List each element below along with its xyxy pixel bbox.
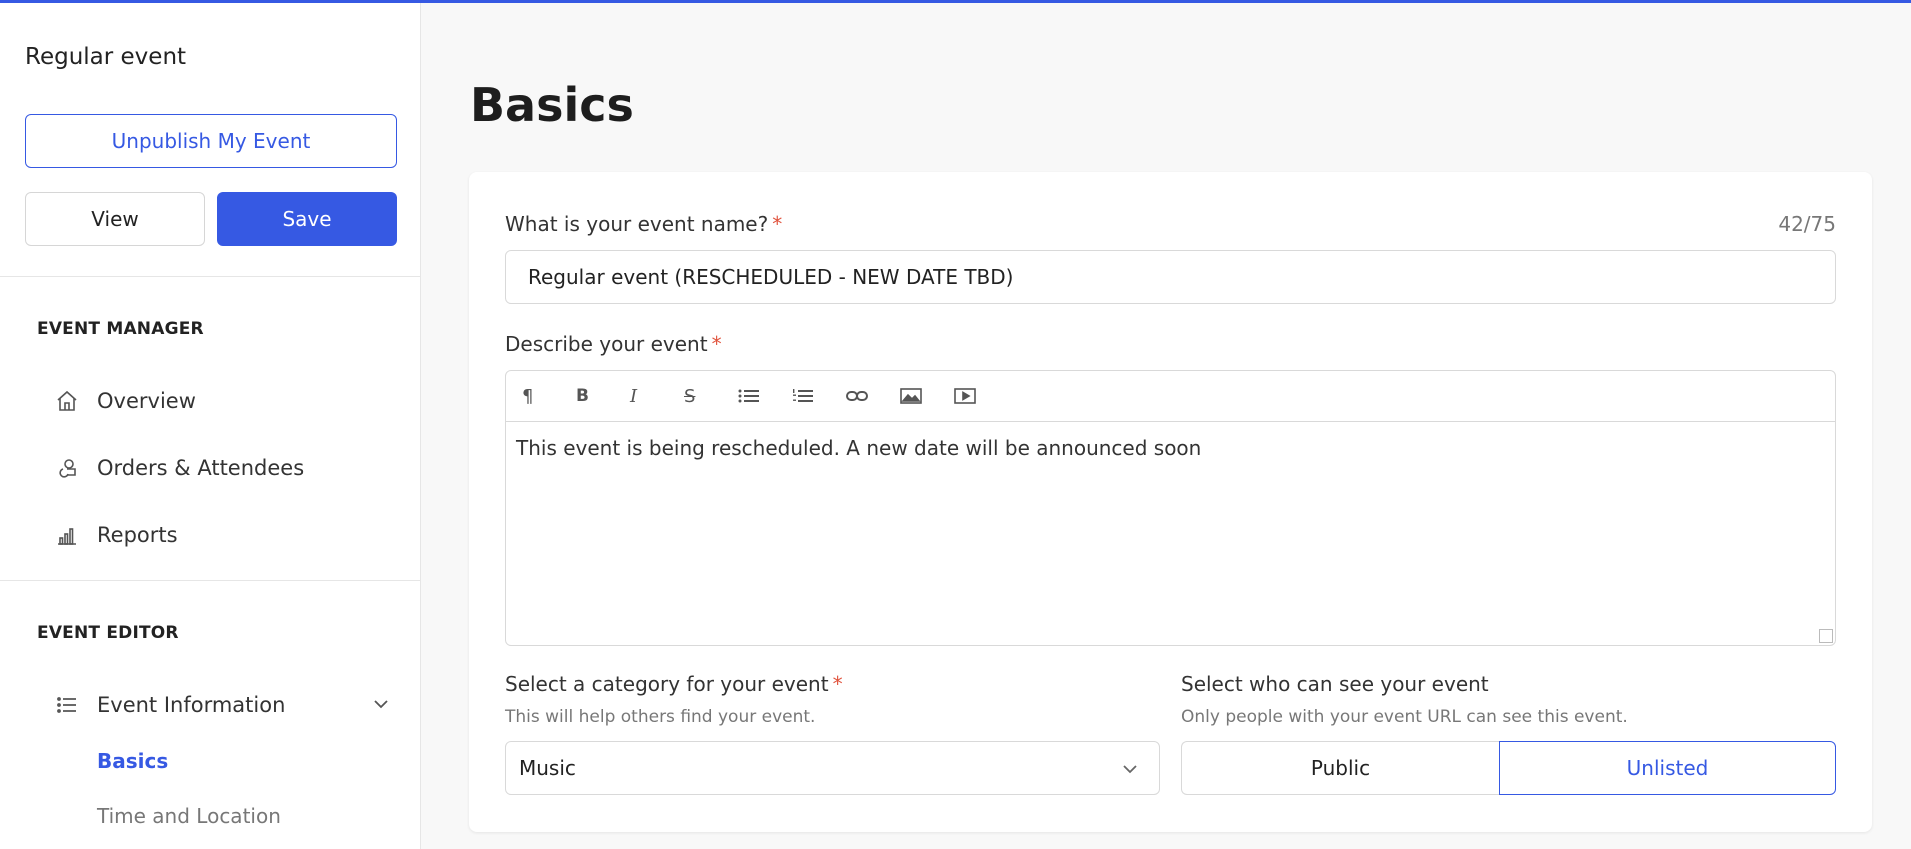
sidebar-item-label: Overview [97,389,196,413]
sidebar-item-reports[interactable]: Reports [52,515,392,555]
save-button[interactable]: Save [217,192,397,246]
required-mark: * [711,332,722,356]
strikethrough-icon[interactable]: S [682,381,736,411]
sidebar-item-label: Reports [97,523,178,547]
sidebar-subitem-time-and-location[interactable]: Time and Location [97,804,281,828]
sidebar-subitem-basics[interactable]: Basics [97,749,168,773]
sidebar-item-orders-attendees[interactable]: Orders & Attendees [52,448,392,488]
sidebar-item-label: Event Information [97,693,286,717]
paragraph-icon[interactable]: ¶ [520,381,574,411]
link-icon[interactable] [844,381,898,411]
home-icon [52,386,82,416]
event-manager-heading: EVENT MANAGER [37,319,204,339]
bar-chart-icon [52,520,82,550]
visibility-label: Select who can see your event [1181,672,1489,696]
description-editor[interactable]: ¶ B I S This event is being rescheduled.… [505,370,1836,646]
category-select[interactable]: Music [505,741,1160,795]
event-name-label: What is your event name? * [505,212,782,236]
basics-card: What is your event name? * 42/75 Regular … [469,172,1872,832]
event-name-label-text: What is your event name? [505,212,769,236]
chevron-down-icon[interactable] [372,695,390,717]
visibility-public-option[interactable]: Public [1181,741,1499,795]
sidebar-item-event-information[interactable]: Event Information [52,685,392,725]
attendees-icon [52,453,82,483]
divider [0,276,421,277]
bullet-list-icon[interactable] [736,381,790,411]
video-icon[interactable] [952,381,1006,411]
sidebar-item-overview[interactable]: Overview [52,381,392,421]
event-title: Regular event [25,44,187,70]
visibility-unlisted-option[interactable]: Unlisted [1499,741,1836,795]
numbered-list-icon[interactable] [790,381,844,411]
character-counter: 42/75 [1778,212,1836,236]
chevron-down-icon [1121,759,1139,783]
visibility-toggle: Public Unlisted [1181,741,1836,795]
page-title: Basics [470,78,634,132]
category-label-text: Select a category for your event [505,672,829,696]
list-icon [52,690,82,720]
image-icon[interactable] [898,381,952,411]
bold-icon[interactable]: B [574,381,628,411]
description-label-text: Describe your event [505,332,708,356]
divider [0,580,421,581]
required-mark: * [832,672,843,696]
description-label: Describe your event * [505,332,722,356]
visibility-hint: Only people with your event URL can see … [1181,707,1628,727]
event-editor-heading: EVENT EDITOR [37,623,179,643]
category-selected-value: Music [519,756,576,780]
italic-icon[interactable]: I [628,381,682,411]
resize-handle[interactable] [1819,629,1833,643]
sidebar-item-label: Orders & Attendees [97,456,305,480]
category-label: Select a category for your event * [505,672,843,696]
description-text[interactable]: This event is being rescheduled. A new d… [506,422,1835,474]
event-name-input[interactable]: Regular event (RESCHEDULED - NEW DATE TB… [505,250,1836,304]
required-mark: * [772,212,783,236]
editor-toolbar: ¶ B I S [506,371,1835,422]
sidebar: Regular event Unpublish My Event View Sa… [0,3,421,849]
view-button[interactable]: View [25,192,205,246]
unpublish-button[interactable]: Unpublish My Event [25,114,397,168]
category-hint: This will help others find your event. [505,707,816,727]
